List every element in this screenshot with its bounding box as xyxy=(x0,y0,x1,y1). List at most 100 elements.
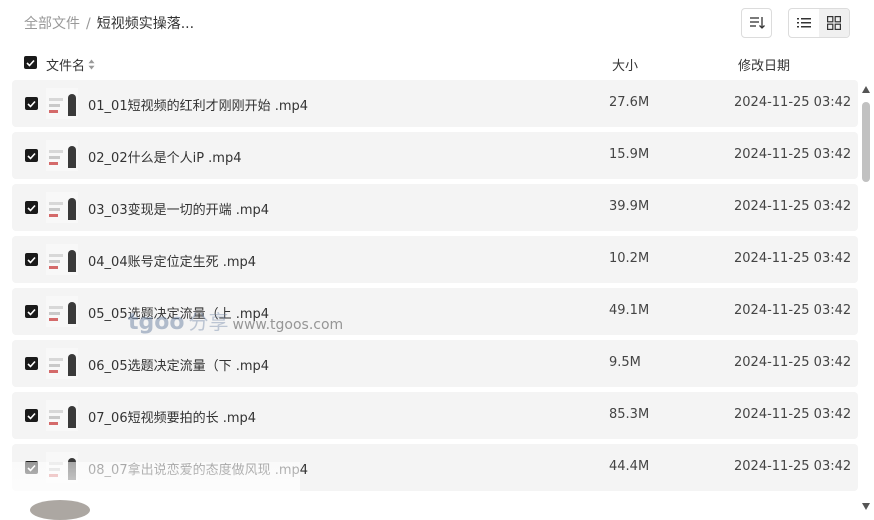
file-row[interactable]: 03_03变现是一切的开端 .mp4 39.9M 2024-11-25 03:42 xyxy=(12,184,858,231)
file-date: 2024-11-25 03:42 xyxy=(734,95,852,110)
video-thumbnail[interactable] xyxy=(46,348,78,379)
sort-icon xyxy=(750,17,765,29)
file-date: 2024-11-25 03:42 xyxy=(734,355,852,370)
thumbnail-line xyxy=(49,254,63,257)
thumbnail-person xyxy=(68,146,76,168)
select-all-checkbox[interactable] xyxy=(24,56,37,69)
thumbnail-line xyxy=(49,104,60,107)
file-row[interactable]: 06_05选题决定流量（下 .mp4 9.5M 2024-11-25 03:42 xyxy=(12,340,858,387)
file-name[interactable]: 01_01短视频的红利才刚刚开始 .mp4 xyxy=(88,95,308,114)
video-thumbnail[interactable] xyxy=(46,192,78,223)
file-size: 15.9M xyxy=(609,147,650,162)
sort-arrows-icon xyxy=(88,59,95,70)
file-name[interactable]: 06_05选题决定流量（下 .mp4 xyxy=(88,355,269,374)
row-checkbox[interactable] xyxy=(25,305,38,318)
file-row[interactable]: 05_05选题决定流量（上 .mp4 49.1M 2024-11-25 03:42 xyxy=(12,288,858,335)
thumbnail-line xyxy=(49,156,60,159)
scrollbar-thumb[interactable] xyxy=(862,102,870,182)
view-toggle xyxy=(788,8,850,38)
thumbnail-line xyxy=(49,214,58,217)
grid-view-icon xyxy=(827,16,841,30)
breadcrumb-separator: / xyxy=(86,16,91,32)
file-date: 2024-11-25 03:42 xyxy=(734,459,852,474)
file-row[interactable]: 07_06短视频要拍的长 .mp4 85.3M 2024-11-25 03:42 xyxy=(12,392,858,439)
file-date: 2024-11-25 03:42 xyxy=(734,147,852,162)
file-size: 9.5M xyxy=(609,355,641,370)
column-header-name-label: 文件名 xyxy=(46,59,86,74)
checkmark-icon xyxy=(27,464,36,472)
breadcrumb-root-link[interactable]: 全部文件 xyxy=(24,15,80,33)
thumbnail-line xyxy=(49,306,63,309)
row-checkbox[interactable] xyxy=(25,357,38,370)
row-checkbox[interactable] xyxy=(25,461,38,474)
thumbnail-line xyxy=(49,318,58,321)
file-name[interactable]: 04_04账号定位定生死 .mp4 xyxy=(88,251,256,270)
thumbnail-line xyxy=(49,98,63,101)
thumbnail-person xyxy=(68,94,76,116)
column-header-date[interactable]: 修改日期 xyxy=(738,55,790,74)
file-size: 39.9M xyxy=(609,199,650,214)
file-date: 2024-11-25 03:42 xyxy=(734,303,852,318)
thumbnail-line xyxy=(49,410,63,413)
checkmark-icon xyxy=(27,308,36,316)
scroll-up-arrow-icon[interactable] xyxy=(862,86,870,93)
thumbnail-person xyxy=(68,458,76,480)
checkmark-icon xyxy=(27,204,36,212)
checkmark-icon xyxy=(26,59,35,67)
file-list: 01_01短视频的红利才刚刚开始 .mp4 27.6M 2024-11-25 03:… xyxy=(12,80,858,514)
scroll-down-arrow-icon[interactable] xyxy=(862,503,870,510)
file-row[interactable]: 01_01短视频的红利才刚刚开始 .mp4 27.6M 2024-11-25 03:… xyxy=(12,80,858,127)
file-row[interactable]: 08_07拿出说恋爱的态度做风现 .mp4 44.4M 2024-11-25 03:… xyxy=(12,444,858,491)
checkmark-icon xyxy=(27,412,36,420)
file-date: 2024-11-25 03:42 xyxy=(734,199,852,214)
file-row[interactable]: 04_04账号定位定生死 .mp4 10.2M 2024-11-25 03:42 xyxy=(12,236,858,283)
thumbnail-line xyxy=(49,364,60,367)
grid-view-button[interactable] xyxy=(819,9,849,37)
file-date: 2024-11-25 03:42 xyxy=(734,251,852,266)
checkmark-icon xyxy=(27,360,36,368)
thumbnail-line xyxy=(49,260,60,263)
thumbnail-person xyxy=(68,250,76,272)
video-thumbnail[interactable] xyxy=(46,400,78,431)
file-size: 27.6M xyxy=(609,95,650,110)
video-thumbnail[interactable] xyxy=(46,296,78,327)
row-checkbox[interactable] xyxy=(25,409,38,422)
row-checkbox[interactable] xyxy=(25,97,38,110)
thumbnail-line xyxy=(49,474,58,477)
sort-button[interactable] xyxy=(741,8,772,38)
checkmark-icon xyxy=(27,152,36,160)
file-row[interactable]: 02_02什么是个人iP .mp4 15.9M 2024-11-25 03:42 xyxy=(12,132,858,179)
breadcrumb: 全部文件 / 短视频实操落... xyxy=(24,15,194,33)
video-thumbnail[interactable] xyxy=(46,88,78,119)
file-size: 85.3M xyxy=(609,407,650,422)
scrollbar[interactable] xyxy=(860,84,872,512)
thumbnail-line xyxy=(49,422,58,425)
row-checkbox[interactable] xyxy=(25,253,38,266)
file-name[interactable]: 03_03变现是一切的开端 .mp4 xyxy=(88,199,269,218)
video-thumbnail[interactable] xyxy=(46,452,78,483)
file-size: 44.4M xyxy=(609,459,650,474)
row-checkbox[interactable] xyxy=(25,149,38,162)
blur-blob xyxy=(30,500,90,520)
list-view-button[interactable] xyxy=(789,9,819,37)
video-thumbnail[interactable] xyxy=(46,244,78,275)
checkmark-icon xyxy=(27,100,36,108)
file-name[interactable]: 07_06短视频要拍的长 .mp4 xyxy=(88,407,256,426)
row-checkbox[interactable] xyxy=(25,201,38,214)
column-header-size[interactable]: 大小 xyxy=(612,55,638,74)
thumbnail-person xyxy=(68,302,76,324)
thumbnail-line xyxy=(49,468,60,471)
thumbnail-line xyxy=(49,162,58,165)
thumbnail-line xyxy=(49,312,60,315)
thumbnail-line xyxy=(49,370,58,373)
thumbnail-line xyxy=(49,462,63,465)
file-name[interactable]: 05_05选题决定流量（上 .mp4 xyxy=(88,303,269,322)
file-size: 10.2M xyxy=(609,251,650,266)
thumbnail-line xyxy=(49,150,63,153)
thumbnail-line xyxy=(49,358,63,361)
file-name[interactable]: 08_07拿出说恋爱的态度做风现 .mp4 xyxy=(88,459,308,478)
video-thumbnail[interactable] xyxy=(46,140,78,171)
thumbnail-person xyxy=(68,354,76,376)
column-header-name[interactable]: 文件名 xyxy=(46,55,95,74)
file-name[interactable]: 02_02什么是个人iP .mp4 xyxy=(88,147,242,166)
